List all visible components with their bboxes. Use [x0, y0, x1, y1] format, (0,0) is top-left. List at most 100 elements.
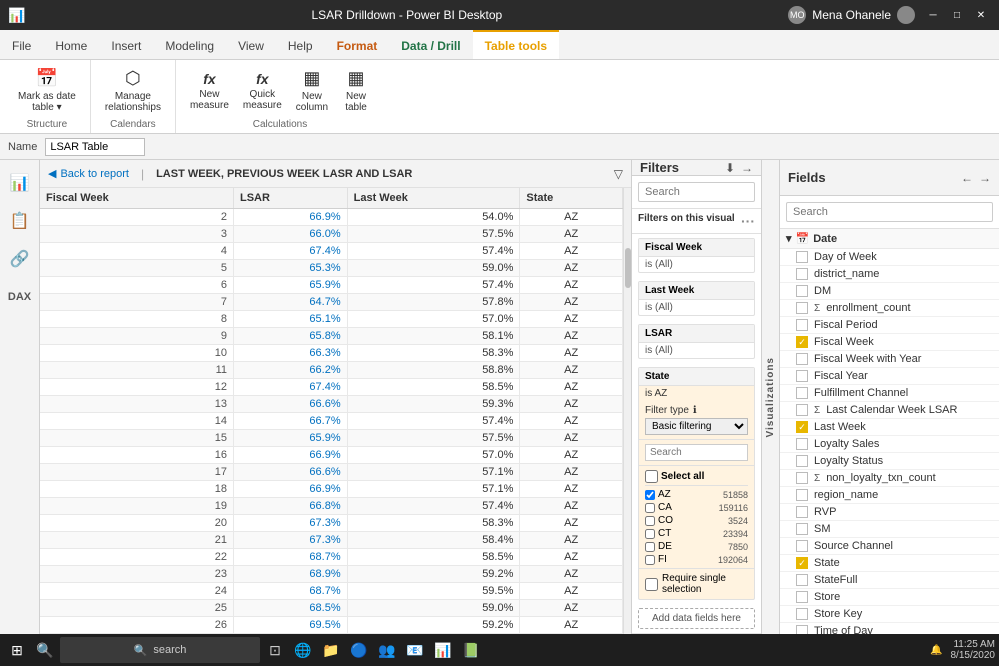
tab-help[interactable]: Help [276, 30, 325, 59]
cell-last-week: 58.5% [347, 549, 520, 566]
tab-data-drill[interactable]: Data / Drill [389, 30, 472, 59]
user-avatar: MO [788, 6, 806, 24]
cell-lsar: 66.2% [234, 362, 348, 379]
minimize-button[interactable]: ─ [923, 5, 943, 25]
field-fiscal-week[interactable]: ✓ Fiscal Week [780, 334, 999, 351]
field-loyalty-sales[interactable]: Loyalty Sales [780, 436, 999, 453]
report-view-icon[interactable]: 📊 [5, 168, 35, 198]
cell-fiscal-week: 24 [40, 583, 234, 600]
chrome-icon[interactable]: 🔵 [346, 637, 372, 663]
filters-expand-icon[interactable]: → [741, 161, 753, 175]
tab-file[interactable]: File [0, 30, 43, 59]
mark-as-date-button[interactable]: 📅 Mark as datetable ▾ [12, 64, 82, 117]
new-column-button[interactable]: ▦ Newcolumn [290, 64, 334, 117]
filter-option-de-checkbox[interactable] [645, 542, 655, 552]
field-store[interactable]: Store [780, 589, 999, 606]
fields-search-input[interactable] [786, 202, 993, 222]
field-last-week[interactable]: ✓ Last Week [780, 419, 999, 436]
field-day-of-week[interactable]: Day of Week [780, 249, 999, 266]
notification-icon[interactable]: 🔔 [930, 645, 942, 656]
edge-icon[interactable]: 🌐 [290, 637, 316, 663]
field-tod-label: Time of Day [814, 625, 983, 634]
col-header-fiscal-week: Fiscal Week [40, 188, 234, 209]
filter-type-select[interactable]: Basic filtering [645, 418, 748, 435]
new-measure-button[interactable]: fx Newmeasure [184, 67, 235, 115]
field-fiscal-week-year[interactable]: Fiscal Week with Year [780, 351, 999, 368]
maximize-button[interactable]: □ [947, 5, 967, 25]
field-enrollment-count[interactable]: Σ enrollment_count [780, 300, 999, 317]
new-table-button[interactable]: ▦ Newtable [336, 64, 376, 117]
filter-options-search-input[interactable] [645, 444, 748, 461]
field-dm[interactable]: DM [780, 283, 999, 300]
tab-table-tools[interactable]: Table tools [473, 30, 559, 59]
windows-icon[interactable]: ⊞ [4, 637, 30, 663]
fields-expand-icon[interactable]: → [979, 171, 991, 185]
quick-measure-button[interactable]: fx Quickmeasure [237, 67, 288, 115]
name-input[interactable] [45, 138, 145, 156]
field-fulfillment-channel[interactable]: Fulfillment Channel [780, 385, 999, 402]
taskbar-search-box[interactable]: 🔍 search [60, 637, 260, 663]
filters-on-visual-menu[interactable]: ··· [741, 213, 755, 229]
cell-fiscal-week: 2 [40, 209, 234, 226]
field-district-name[interactable]: district_name [780, 266, 999, 283]
filter-card-state-header[interactable]: State [639, 368, 754, 386]
model-view-icon[interactable]: 🔗 [5, 244, 35, 274]
cell-last-week: 57.4% [347, 277, 520, 294]
add-data-btn-1[interactable]: Add data fields here [638, 608, 755, 629]
tab-home[interactable]: Home [43, 30, 99, 59]
field-store-key[interactable]: Store Key [780, 606, 999, 623]
field-last-cal-week[interactable]: Σ Last Calendar Week LSAR [780, 402, 999, 419]
back-chevron-icon: ◀ [48, 167, 56, 180]
fields-collapse-icon[interactable]: ← [961, 171, 973, 185]
taskbar-right: 🔔 11:25 AM8/15/2020 [930, 639, 995, 661]
tab-insert[interactable]: Insert [99, 30, 153, 59]
filter-option-ca-count: 159116 [719, 503, 748, 513]
back-to-report-link[interactable]: ◀ Back to report [48, 167, 129, 180]
field-source-channel[interactable]: Source Channel [780, 538, 999, 555]
field-region-name[interactable]: region_name [780, 487, 999, 504]
field-sm[interactable]: SM [780, 521, 999, 538]
data-table-wrapper[interactable]: Fiscal Week LSAR Last Week State 2 66.9%… [40, 188, 623, 634]
field-rvp[interactable]: RVP [780, 504, 999, 521]
filter-option-fi-checkbox[interactable] [645, 555, 655, 565]
filter-card-lsar-header[interactable]: LSAR [639, 325, 754, 343]
field-loyalty-status[interactable]: Loyalty Status [780, 453, 999, 470]
filters-collapse-icon[interactable]: ⬇ [725, 161, 735, 175]
filter-card-lw-header[interactable]: Last Week [639, 282, 754, 300]
teams-icon[interactable]: 👥 [374, 637, 400, 663]
task-view-icon[interactable]: ⊡ [262, 637, 288, 663]
field-fiscal-period[interactable]: Fiscal Period [780, 317, 999, 334]
vertical-scrollbar[interactable] [623, 188, 631, 634]
field-statefull[interactable]: StateFull [780, 572, 999, 589]
tab-modeling[interactable]: Modeling [153, 30, 226, 59]
filter-option-ca-checkbox[interactable] [645, 503, 655, 513]
require-single-checkbox[interactable] [645, 578, 658, 591]
filters-search-input[interactable] [638, 182, 755, 202]
tab-format[interactable]: Format [325, 30, 390, 59]
field-group-date[interactable]: ▾ 📅 Date [780, 229, 999, 249]
filter-option-co-checkbox[interactable] [645, 516, 655, 526]
filter-option-ct-checkbox[interactable] [645, 529, 655, 539]
data-view-icon[interactable]: 📋 [5, 206, 35, 236]
scroll-thumb[interactable] [625, 248, 631, 288]
current-view-label: LAST WEEK, PREVIOUS WEEK LASR AND LSAR [156, 168, 412, 180]
field-state[interactable]: ✓ State [780, 555, 999, 572]
filter-card-fw-header[interactable]: Fiscal Week [639, 239, 754, 257]
dax-icon[interactable]: DAX [5, 282, 35, 312]
excel-icon[interactable]: 📗 [458, 637, 484, 663]
field-non-loyalty[interactable]: Σ non_loyalty_txn_count [780, 470, 999, 487]
outlook-icon[interactable]: 📧 [402, 637, 428, 663]
manage-relationships-button[interactable]: ⬡ Managerelationships [99, 64, 167, 117]
cell-state: AZ [520, 515, 623, 532]
search-taskbar-icon[interactable]: 🔍 [32, 637, 58, 663]
powerbi-icon[interactable]: 📊 [430, 637, 456, 663]
tab-view[interactable]: View [226, 30, 276, 59]
field-time-of-day[interactable]: Time of Day [780, 623, 999, 634]
field-fiscal-year[interactable]: Fiscal Year [780, 368, 999, 385]
explorer-icon[interactable]: 📁 [318, 637, 344, 663]
close-button[interactable]: ✕ [971, 5, 991, 25]
select-all-checkbox[interactable] [645, 470, 658, 483]
cell-fiscal-week: 7 [40, 294, 234, 311]
filter-option-az-checkbox[interactable] [645, 490, 655, 500]
filter-icon[interactable]: ▽ [614, 167, 623, 181]
